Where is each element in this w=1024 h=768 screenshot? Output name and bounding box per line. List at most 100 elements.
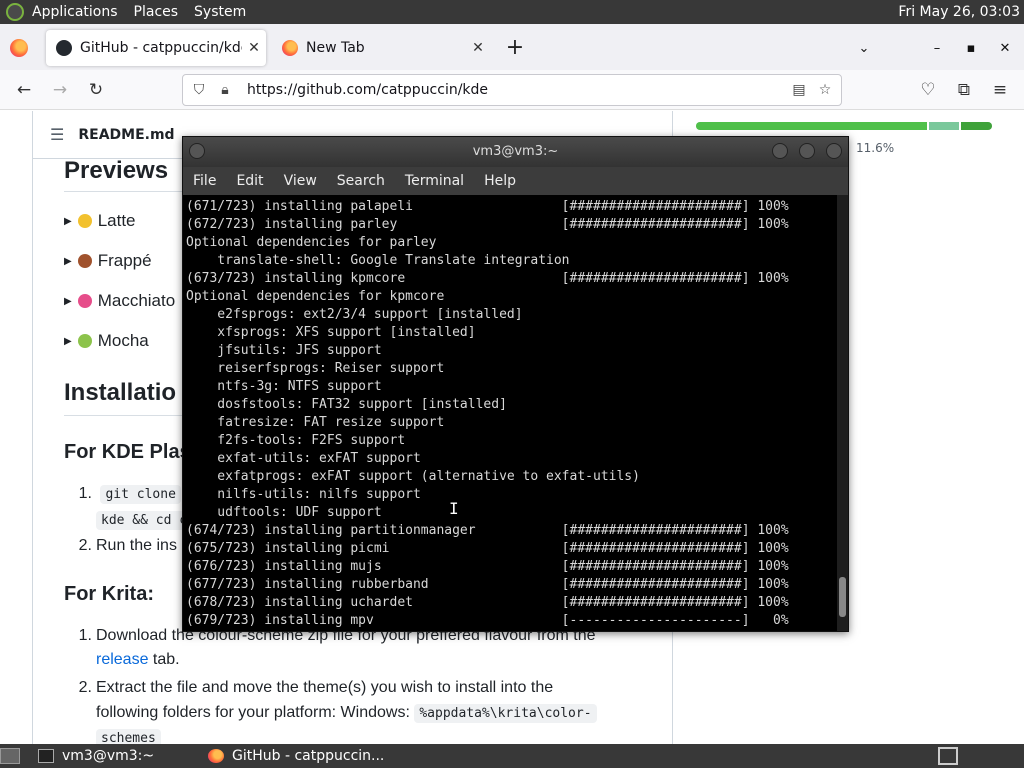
- text-cursor-ibeam-icon: I: [449, 499, 459, 518]
- terminal-output[interactable]: (671/723) installing palapeli [#########…: [183, 195, 837, 631]
- navigation-toolbar: ← → ↻ ⛉ 🔒︎ https://github.com/catppuccin…: [0, 70, 1024, 110]
- language-segment: [959, 122, 992, 130]
- menu-file[interactable]: File: [183, 173, 226, 189]
- reader-view-icon[interactable]: ▤: [789, 80, 809, 100]
- menu-terminal[interactable]: Terminal: [395, 173, 474, 189]
- outline-list-icon[interactable]: ☰: [50, 125, 64, 144]
- scrollbar-thumb[interactable]: [839, 577, 846, 617]
- new-tab-button[interactable]: +: [504, 37, 526, 60]
- divider: [32, 111, 33, 744]
- list-item-continuation: following folders for your platform: Win…: [96, 700, 597, 727]
- distro-logo-icon[interactable]: [6, 3, 24, 21]
- details-mocha[interactable]: ▶ Mocha: [64, 331, 149, 351]
- reload-icon[interactable]: ↻: [84, 78, 108, 102]
- firefox-icon: [208, 749, 224, 763]
- list-item: 2. Run the ins: [78, 537, 177, 554]
- maximize-button[interactable]: ▪: [960, 38, 982, 60]
- flavour-name: Latte: [97, 211, 136, 230]
- terminal-text: (671/723) installing palapeli [#########…: [186, 199, 789, 628]
- code-git-clone: git clone: [100, 485, 181, 504]
- details-frappe[interactable]: ▶ Frappé: [64, 251, 152, 271]
- language-progress-bar: [696, 122, 992, 130]
- disclosure-triangle-icon: ▶: [64, 255, 72, 267]
- clock[interactable]: Fri May 26, 03:03: [898, 0, 1020, 24]
- shield-icon[interactable]: ⛉: [189, 80, 209, 100]
- menu-system[interactable]: System: [186, 0, 254, 24]
- code-windows-path: %appdata%\krita\color-: [414, 704, 597, 723]
- firefox-view-icon[interactable]: [10, 39, 28, 57]
- tab-close-icon[interactable]: ✕: [466, 40, 490, 56]
- disclosure-triangle-icon: ▶: [64, 295, 72, 307]
- menu-applications[interactable]: Applications: [24, 0, 126, 24]
- extensions-puzzle-icon[interactable]: ⧉: [952, 78, 976, 102]
- heading-kde-plasma: For KDE Plas: [64, 441, 191, 463]
- hamburger-menu-icon[interactable]: ≡: [988, 78, 1012, 102]
- top-panel: Applications Places System Fri May 26, 0…: [0, 0, 1024, 24]
- minimize-button[interactable]: –: [926, 38, 948, 60]
- flower-icon: [77, 294, 92, 308]
- close-window-button[interactable]: ✕: [994, 38, 1016, 60]
- github-favicon-icon: [56, 40, 72, 56]
- language-segment: [696, 122, 927, 130]
- heading-previews: Previews: [64, 157, 169, 184]
- code-cd: kde && cd c: [96, 511, 193, 530]
- lock-icon[interactable]: 🔒︎: [215, 80, 235, 100]
- window-menu-button[interactable]: [189, 143, 205, 159]
- menu-help[interactable]: Help: [474, 173, 526, 189]
- flavour-name: Macchiato: [97, 291, 176, 310]
- url-text[interactable]: https://github.com/catppuccin/kde: [247, 82, 488, 98]
- code-schemes: schemes: [96, 729, 161, 744]
- browser-tabbar: GitHub - catppuccin/kde: 🌻 ✕ New Tab ✕ +…: [0, 24, 1024, 70]
- plant-icon: [77, 254, 92, 268]
- release-link[interactable]: release: [96, 651, 148, 668]
- disclosure-triangle-icon: ▶: [64, 215, 72, 227]
- terminal-menubar: File Edit View Search Terminal Help: [183, 167, 848, 195]
- terminal-titlebar[interactable]: vm3@vm3:~: [183, 137, 848, 167]
- show-desktop-button[interactable]: [0, 748, 20, 764]
- maximize-button[interactable]: [799, 143, 815, 159]
- workspace-switcher[interactable]: [938, 747, 958, 765]
- back-arrow-icon[interactable]: ←: [12, 78, 36, 102]
- sunflower-icon: [77, 214, 92, 228]
- firefox-favicon-icon: [282, 40, 298, 56]
- list-item: 1. git clone: [64, 481, 181, 508]
- readme-filename[interactable]: README.md: [78, 127, 174, 143]
- list-item-continuation: kde && cd c: [96, 507, 193, 534]
- close-button[interactable]: [826, 143, 842, 159]
- menu-places[interactable]: Places: [126, 0, 187, 24]
- language-segment: [926, 122, 960, 130]
- tab-close-icon[interactable]: ✕: [242, 40, 266, 56]
- bottom-taskbar: vm3@vm3:~ GitHub - catppuccin...: [0, 744, 1024, 768]
- herb-icon: [77, 334, 92, 348]
- tab-new-tab[interactable]: New Tab ✕: [272, 30, 490, 66]
- heading-installation: Installatio: [64, 379, 177, 406]
- details-macchiato[interactable]: ▶ Macchiato: [64, 291, 175, 311]
- flavour-name: Mocha: [97, 331, 149, 350]
- forward-arrow-icon[interactable]: →: [48, 78, 72, 102]
- flavour-name: Frappé: [97, 251, 152, 270]
- menu-edit[interactable]: Edit: [226, 173, 273, 189]
- terminal-scrollbar[interactable]: [837, 195, 848, 631]
- language-percent: 11.6%: [856, 141, 895, 155]
- menu-search[interactable]: Search: [327, 173, 395, 189]
- taskbar-item-firefox[interactable]: GitHub - catppuccin...: [204, 746, 384, 766]
- list-item-continuation: release tab.: [96, 651, 180, 668]
- disclosure-triangle-icon: ▶: [64, 335, 72, 347]
- url-bar[interactable]: ⛉ 🔒︎ https://github.com/catppuccin/kde ▤…: [182, 74, 842, 106]
- terminal-icon: [38, 749, 54, 763]
- details-latte[interactable]: ▶ Latte: [64, 211, 136, 231]
- menu-view[interactable]: View: [274, 173, 327, 189]
- terminal-title: vm3@vm3:~: [472, 144, 559, 159]
- bookmark-star-icon[interactable]: ☆: [815, 80, 835, 100]
- list-all-tabs-chevron-down-icon[interactable]: ⌄: [853, 38, 875, 60]
- pocket-icon[interactable]: ♡: [916, 78, 940, 102]
- minimize-button[interactable]: [772, 143, 788, 159]
- list-item-continuation: schemes: [96, 725, 161, 744]
- list-item: 2. Extract the file and move the theme(s)…: [78, 679, 554, 696]
- heading-krita: For Krita:: [64, 583, 154, 605]
- taskbar-item-terminal[interactable]: vm3@vm3:~: [34, 746, 198, 766]
- terminal-window[interactable]: vm3@vm3:~ File Edit View Search Terminal…: [182, 136, 849, 632]
- tab-label: New Tab: [306, 40, 365, 56]
- tab-github[interactable]: GitHub - catppuccin/kde: 🌻 ✕: [46, 30, 266, 66]
- tab-label: GitHub - catppuccin/kde: 🌻: [80, 40, 242, 56]
